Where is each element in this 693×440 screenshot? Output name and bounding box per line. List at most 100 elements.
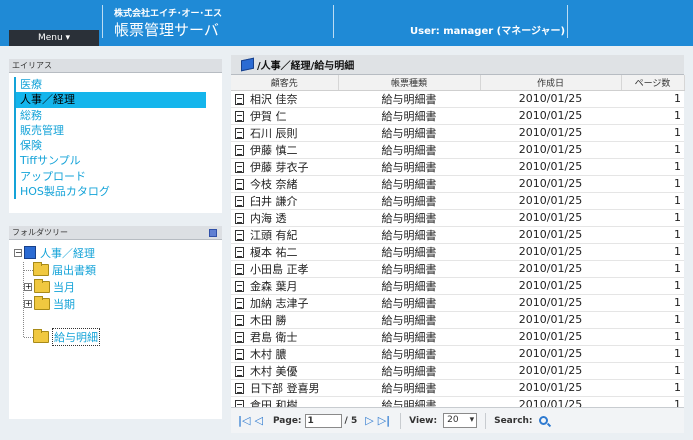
column-header-date[interactable]: 作成日 xyxy=(480,75,622,91)
expand-toggle-icon[interactable]: + xyxy=(24,282,32,291)
customer-name[interactable]: 内海 透 xyxy=(250,212,287,225)
customer-name[interactable]: 木村 膿 xyxy=(250,348,287,361)
current-path: /人事／経理/給与明細 xyxy=(257,61,355,72)
table-row[interactable]: 君島 衛士 給与明細書 2010/01/25 1 xyxy=(231,328,684,346)
tree-node-label[interactable]: 人事／経理 xyxy=(40,245,95,261)
customer-name[interactable]: 伊賀 仁 xyxy=(250,110,287,123)
customer-name[interactable]: 伊藤 芽衣子 xyxy=(250,161,309,174)
header-divider xyxy=(567,5,568,38)
customer-name[interactable]: 臼井 謙介 xyxy=(250,195,298,208)
customer-name[interactable]: 日下部 登喜男 xyxy=(250,382,320,395)
document-icon[interactable] xyxy=(235,382,244,394)
table-row[interactable]: 臼井 謙介 給与明細書 2010/01/25 1 xyxy=(231,192,684,210)
page-number-input[interactable]: 1 xyxy=(304,413,342,428)
document-icon[interactable] xyxy=(235,263,244,275)
customer-name[interactable]: 伊藤 慎二 xyxy=(250,144,298,157)
next-page-icon[interactable]: ▷ xyxy=(365,414,373,427)
expand-toggle-icon[interactable]: + xyxy=(24,299,32,308)
table-row[interactable]: 木田 勝 給与明細書 2010/01/25 1 xyxy=(231,311,684,329)
table-row[interactable]: 小田島 正孝 給与明細書 2010/01/25 1 xyxy=(231,260,684,278)
cell-customer: 伊藤 慎二 xyxy=(231,141,338,159)
tree-node-todoke[interactable]: 届出書類 xyxy=(33,261,96,278)
table-row[interactable]: 江頭 有紀 給与明細書 2010/01/25 1 xyxy=(231,226,684,244)
column-header-pages[interactable]: ページ数 xyxy=(621,75,685,91)
document-icon[interactable] xyxy=(235,365,244,377)
table-row[interactable]: 内海 透 給与明細書 2010/01/25 1 xyxy=(231,209,684,227)
cell-date: 2010/01/25 xyxy=(480,345,621,363)
document-icon[interactable] xyxy=(235,110,244,122)
document-icon[interactable] xyxy=(235,178,244,190)
cell-date: 2010/01/25 xyxy=(480,107,621,125)
search-icon[interactable] xyxy=(538,416,548,425)
customer-name[interactable]: 木村 美優 xyxy=(250,365,298,378)
document-icon[interactable] xyxy=(235,229,244,241)
table-row[interactable]: 今枝 奈緒 給与明細書 2010/01/25 1 xyxy=(231,175,684,193)
page-total: / 5 xyxy=(344,415,358,426)
table-row[interactable]: 石川 辰則 給与明細書 2010/01/25 1 xyxy=(231,124,684,142)
menu-button[interactable]: Menu ▾ xyxy=(9,30,99,46)
customer-name[interactable]: 加納 志津子 xyxy=(250,297,309,310)
cell-date: 2010/01/25 xyxy=(480,362,621,380)
document-icon[interactable] xyxy=(235,195,244,207)
table-row[interactable]: 加納 志津子 給与明細書 2010/01/25 1 xyxy=(231,294,684,312)
tree-node-touki[interactable]: + 当期 xyxy=(24,295,75,312)
column-header-type[interactable]: 帳票種類 xyxy=(338,75,481,91)
alias-item[interactable]: 医療 xyxy=(14,77,222,93)
document-icon[interactable] xyxy=(235,280,244,292)
alias-panel: エイリアス 医療 人事／経理 総務 販売管理 保険 Tiffサンプル アップロード HOS製品… xyxy=(9,59,222,213)
alias-item[interactable]: HOS製品カタログ xyxy=(14,184,222,200)
table-row[interactable]: 相沢 佳奈 給与明細書 2010/01/25 1 xyxy=(231,90,684,108)
alias-item[interactable]: 保険 xyxy=(14,138,222,154)
alias-item[interactable]: 総務 xyxy=(14,107,222,123)
customer-name[interactable]: 榎本 祐二 xyxy=(250,246,298,259)
table-row[interactable]: 伊藤 芽衣子 給与明細書 2010/01/25 1 xyxy=(231,158,684,176)
customer-name[interactable]: 木田 勝 xyxy=(250,314,287,327)
tree-node-label[interactable]: 届出書類 xyxy=(52,262,96,278)
alias-panel-title: エイリアス xyxy=(9,59,222,73)
document-icon[interactable] xyxy=(235,314,244,326)
document-icon[interactable] xyxy=(235,246,244,258)
alias-item[interactable]: アップロード xyxy=(14,168,222,185)
tree-node-kyuyo[interactable]: 給与明細 xyxy=(33,327,100,346)
tree-node-label[interactable]: 当月 xyxy=(53,279,75,295)
customer-name[interactable]: 君島 衛士 xyxy=(250,331,298,344)
collapse-toggle-icon[interactable]: − xyxy=(14,248,22,257)
tree-node-label-selected[interactable]: 給与明細 xyxy=(52,327,100,346)
document-icon[interactable] xyxy=(235,331,244,343)
tree-node-root[interactable]: − 人事／経理 xyxy=(14,244,95,261)
tree-node-label[interactable]: 当期 xyxy=(53,296,75,312)
table-row[interactable]: 伊賀 仁 給与明細書 2010/01/25 1 xyxy=(231,107,684,125)
document-icon[interactable] xyxy=(235,127,244,139)
table-row[interactable]: 榎本 祐二 給与明細書 2010/01/25 1 xyxy=(231,243,684,261)
alias-item[interactable]: 人事／経理 xyxy=(14,92,206,108)
table-row[interactable]: 伊藤 慎二 給与明細書 2010/01/25 1 xyxy=(231,141,684,159)
alias-item[interactable]: Tiffサンプル xyxy=(14,153,222,169)
document-icon[interactable] xyxy=(235,212,244,224)
tree-node-tougetsu[interactable]: + 当月 xyxy=(24,278,75,295)
cell-date: 2010/01/25 xyxy=(480,90,621,108)
header-divider xyxy=(333,5,334,38)
table-row[interactable]: 木村 膿 給与明細書 2010/01/25 1 xyxy=(231,345,684,363)
document-icon[interactable] xyxy=(235,348,244,360)
view-count-select[interactable]: 20 xyxy=(443,413,478,428)
cell-customer: 内海 透 xyxy=(231,209,338,227)
customer-name[interactable]: 金森 葉月 xyxy=(250,280,298,293)
customer-name[interactable]: 今枝 奈緒 xyxy=(250,178,298,191)
customer-name[interactable]: 江頭 有紀 xyxy=(250,229,298,242)
first-page-icon[interactable]: |◁ xyxy=(238,414,250,427)
customer-name[interactable]: 相沢 佳奈 xyxy=(250,93,298,106)
customer-name[interactable]: 小田島 正孝 xyxy=(250,263,309,276)
table-row[interactable]: 木村 美優 給与明細書 2010/01/25 1 xyxy=(231,362,684,380)
collapse-icon[interactable] xyxy=(209,229,217,237)
customer-name[interactable]: 石川 辰則 xyxy=(250,127,298,140)
table-row[interactable]: 日下部 登喜男 給与明細書 2010/01/25 1 xyxy=(231,379,684,397)
column-header-customer[interactable]: 顧客先 xyxy=(231,75,339,91)
document-icon[interactable] xyxy=(235,144,244,156)
prev-page-icon[interactable]: ◁ xyxy=(254,414,262,427)
last-page-icon[interactable]: ▷| xyxy=(378,414,390,427)
alias-item[interactable]: 販売管理 xyxy=(14,122,222,139)
document-icon[interactable] xyxy=(235,297,244,309)
table-row[interactable]: 金森 葉月 給与明細書 2010/01/25 1 xyxy=(231,277,684,295)
document-icon[interactable] xyxy=(235,93,244,105)
document-icon[interactable] xyxy=(235,161,244,173)
